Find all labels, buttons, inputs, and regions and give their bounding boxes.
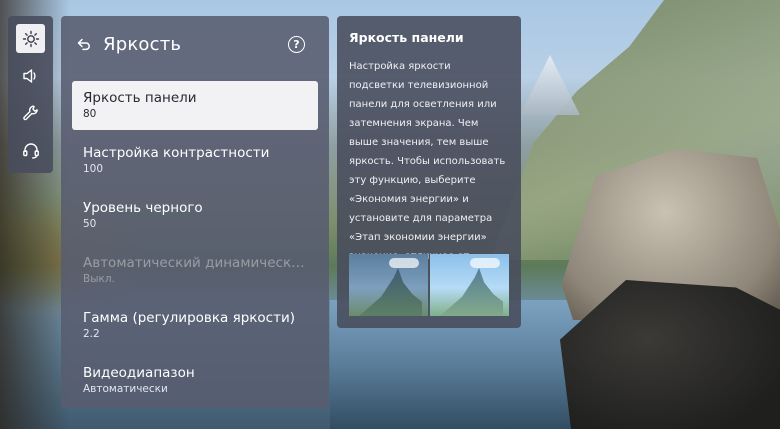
menu-item-label: Яркость панели [83, 90, 197, 106]
menu-item-contrast[interactable]: Настройка контрастности 100 [72, 136, 318, 185]
menu-item-value: 50 [83, 218, 97, 230]
preview-cloud [389, 258, 419, 268]
menu-item-value: 80 [83, 108, 97, 120]
menu-item-label: Уровень черного [83, 200, 203, 216]
menu-item-value: 2.2 [83, 328, 100, 340]
bright-landscape-preview [430, 254, 509, 316]
picture-settings-icon [22, 30, 39, 47]
help-icon: ? [293, 37, 300, 51]
wrench-icon [22, 105, 38, 120]
menu-header: Яркость ? [61, 16, 329, 72]
help-button[interactable]: ? [288, 35, 305, 53]
menu-item-black-level[interactable]: Уровень черного 50 [72, 191, 318, 240]
settings-list: Яркость панели 80 Настройка контрастност… [61, 72, 329, 405]
menu-item-label: Автоматический динамический ... [83, 255, 307, 271]
menu-item-label: Гамма (регулировка яркости) [83, 310, 295, 326]
rail-picture-button[interactable] [16, 24, 45, 53]
dim-landscape-preview [349, 254, 428, 316]
brightness-menu-panel: Яркость ? Яркость панели 80 Настройка ко… [61, 16, 329, 408]
back-arrow-icon [77, 38, 90, 51]
back-button[interactable] [75, 35, 93, 53]
menu-item-auto-dynamic-contrast: Автоматический динамический ... Выкл. [72, 246, 318, 295]
menu-item-value: Автоматически [83, 383, 168, 395]
description-panel: Яркость панели Настройка яркости подсвет… [337, 16, 521, 328]
menu-item-label: Настройка контрастности [83, 145, 270, 161]
preview-cloud [470, 258, 500, 268]
rail-sound-button[interactable] [16, 61, 45, 90]
rail-support-button[interactable] [16, 135, 45, 164]
menu-item-panel-brightness[interactable]: Яркость панели 80 [72, 81, 318, 130]
preview-mountain [440, 268, 503, 316]
menu-item-video-range[interactable]: Видеодиапазон Автоматически [72, 356, 318, 405]
preview-mountain [359, 268, 422, 316]
speaker-icon [22, 68, 36, 83]
menu-item-value: 100 [83, 163, 104, 175]
description-text: Настройка яркости подсветки телевизионно… [349, 61, 506, 281]
description-title: Яркость панели [349, 30, 464, 45]
brightness-comparison-images [349, 254, 509, 316]
settings-category-rail [8, 16, 53, 173]
rail-general-button[interactable] [16, 98, 45, 127]
headset-icon [22, 142, 39, 159]
page-title: Яркость [103, 33, 182, 55]
menu-item-value: Выкл. [83, 273, 115, 285]
menu-item-label: Видеодиапазон [83, 365, 195, 381]
menu-item-gamma[interactable]: Гамма (регулировка яркости) 2.2 [72, 301, 318, 350]
background-snow-peak [520, 55, 580, 115]
